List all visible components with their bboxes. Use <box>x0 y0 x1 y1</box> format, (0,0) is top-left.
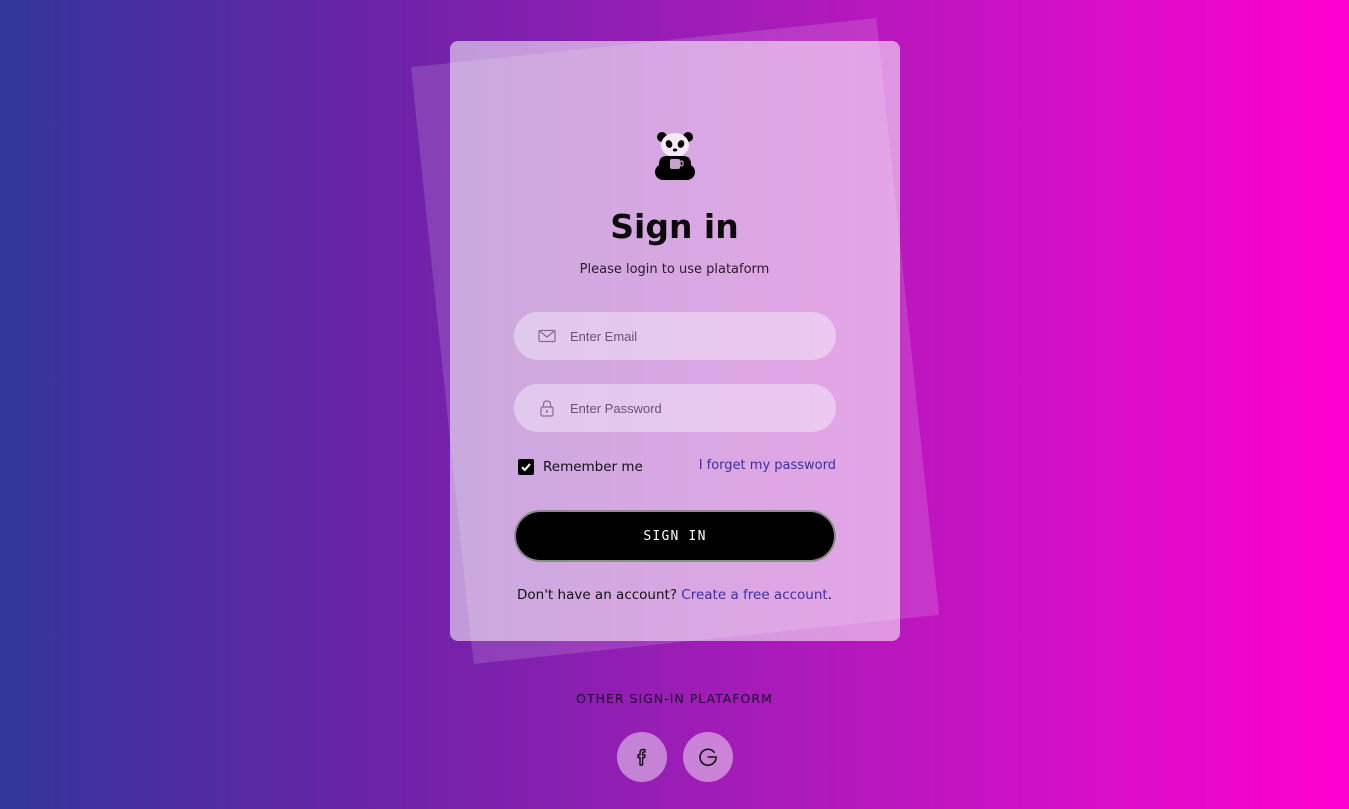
signup-row: Don't have an account? Create a free acc… <box>0 587 1349 603</box>
remember-me[interactable]: Remember me <box>518 458 643 476</box>
sign-in-button[interactable]: SIGN IN <box>514 510 836 562</box>
remember-checkbox[interactable] <box>518 459 534 475</box>
forgot-password-link[interactable]: I forget my password <box>699 458 836 473</box>
checkmark-icon <box>521 463 531 472</box>
page-title: Sign in <box>610 207 739 246</box>
remember-label: Remember me <box>543 459 643 475</box>
panda-icon <box>655 132 695 180</box>
mail-icon <box>538 329 556 343</box>
create-account-link[interactable]: Create a free account <box>681 587 827 603</box>
lock-icon <box>540 400 554 417</box>
other-signin-title: OTHER SIGN-IN PLATAFORM <box>576 691 773 706</box>
password-field-wrapper <box>514 384 836 432</box>
page-subtitle: Please login to use plataform <box>579 262 770 277</box>
google-button[interactable] <box>683 732 733 782</box>
signup-prompt: Don't have an account? <box>517 587 677 603</box>
google-icon <box>699 748 717 767</box>
email-field-wrapper <box>514 312 836 360</box>
password-input[interactable] <box>570 384 820 432</box>
facebook-icon <box>637 748 646 766</box>
signup-suffix: . <box>827 587 832 603</box>
email-input[interactable] <box>570 312 820 360</box>
facebook-button[interactable] <box>617 732 667 782</box>
